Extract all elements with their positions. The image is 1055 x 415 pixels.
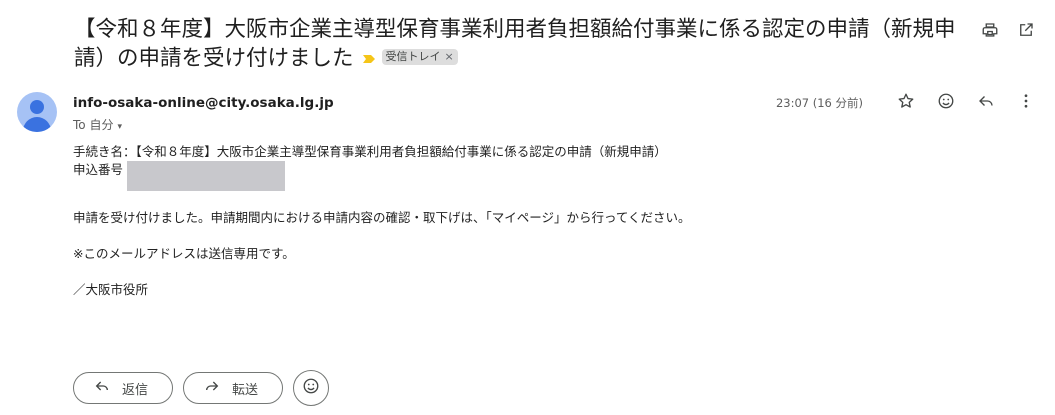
send-only-notice: ※このメールアドレスは送信専用です。 [73,246,295,261]
forward-label: 転送 [232,382,259,398]
star-icon [897,92,915,114]
redacted-block [127,161,286,191]
reply-icon-button[interactable] [975,92,997,114]
sender-address[interactable]: info-osaka-online@city.osaka.lg.jp [73,95,334,111]
label-remove-button[interactable]: × [445,50,454,63]
application-number-row: 申込番号 [73,161,691,191]
reply-icon [977,92,995,114]
email-subject: 【令和８年度】大阪市企業主導型保育事業利用者負担額給付事業に係る認定の申請（新規… [74,15,964,74]
print-icon [981,21,999,43]
message-actions: 23:07 (16 分前) [776,92,1037,114]
reply-button[interactable]: 返信 [73,372,174,404]
application-number-label: 申込番号 [73,162,124,177]
label-text: 受信トレイ [385,50,441,63]
forward-button[interactable]: 転送 [183,372,284,404]
recipient-text: To 自分 [73,118,114,132]
star-button[interactable] [895,92,917,114]
timestamp: 23:07 (16 分前) [775,96,863,110]
reply-icon [94,378,122,398]
subject-text: 【令和８年度】大阪市企業主導型保育事業利用者負担額給付事業に係る認定の申請（新規… [74,17,956,71]
add-reaction-button[interactable] [935,92,957,114]
avatar-head [30,100,44,114]
signature: ／大阪市役所 [73,282,149,297]
received-notice: 申請を受け付けました。申請期間内における申請内容の確認・取下げは、「マイページ」… [73,210,691,225]
emoji-reaction-button[interactable] [293,370,330,406]
subject-actions [979,21,1037,43]
open-in-new-icon [1017,21,1035,43]
chevron-down-icon: ▾ [117,122,122,132]
reply-actions: 返信 転送 [73,370,330,406]
avatar-body [23,117,51,132]
subject-header: 【令和８年度】大阪市企業主導型保育事業利用者負担額給付事業に係る認定の申請（新規… [74,15,964,74]
importance-marker-icon[interactable] [362,43,376,72]
message-body: 手続き名：【令和８年度】大阪市企業主導型保育事業利用者負担額給付事業に係る認定の… [73,143,691,299]
recipient-toggle[interactable]: To 自分 ▾ [73,116,122,133]
more-options-button[interactable] [1015,92,1037,114]
procedure-name: 手続き名：【令和８年度】大阪市企業主導型保育事業利用者負担額給付事業に係る認定の… [73,144,667,159]
avatar[interactable] [17,92,57,132]
emoji-icon [937,92,955,114]
open-in-new-window-button[interactable] [1015,21,1037,43]
print-button[interactable] [979,21,1001,43]
label-chip-inbox: 受信トレイ × [381,49,458,65]
more-vert-icon [1017,92,1035,114]
forward-icon [204,378,232,398]
reply-label: 返信 [122,382,149,398]
emoji-icon [302,377,320,399]
